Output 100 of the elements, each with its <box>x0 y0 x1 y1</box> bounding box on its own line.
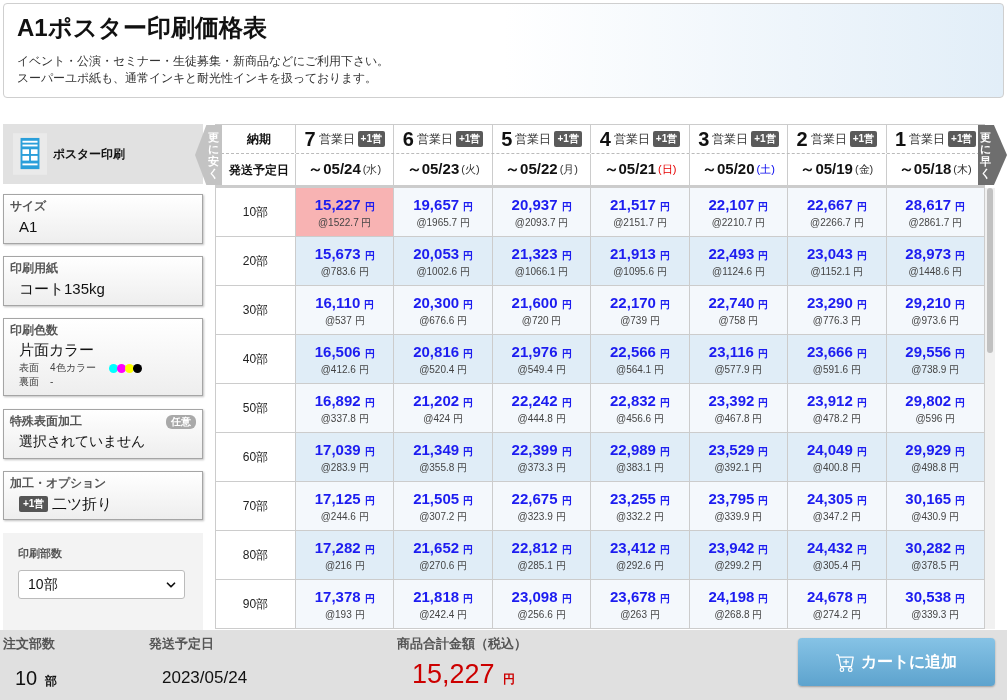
price-cell[interactable]: 23,290 円 @776.3 円 <box>788 286 887 334</box>
price-cell[interactable]: 29,556 円 @738.9 円 <box>886 335 985 383</box>
ship-date: ～05/21 <box>603 159 657 180</box>
price-cell[interactable]: 24,305 円 @347.2 円 <box>788 482 887 530</box>
price-cell[interactable]: 23,043 円 @1152.1 円 <box>788 237 887 285</box>
price-cell[interactable]: 15,227 円 @1522.7 円 <box>296 188 395 236</box>
price-cell[interactable]: 24,198 円 @268.8 円 <box>689 580 789 628</box>
weekday: (土) <box>756 162 775 178</box>
weekday: (金) <box>854 162 874 178</box>
row-label: 10部 <box>242 204 269 221</box>
option-label: 印刷色数 <box>10 323 59 338</box>
option-label: 印刷用紙 <box>10 261 59 276</box>
option-card[interactable]: 印刷用紙 コート135kg <box>3 256 203 306</box>
price-cell[interactable]: 23,912 円 @478.2 円 <box>788 384 887 432</box>
price-cell[interactable]: 22,667 円 @2266.7 円 <box>788 188 887 236</box>
price-cell[interactable]: 22,832 円 @456.6 円 <box>591 384 690 432</box>
price-cell[interactable]: 16,892 円 @337.8 円 <box>296 384 395 432</box>
description-line: イベント・公演・セミナー・生徒募集・新商品などにご利用下さい。 <box>17 53 390 70</box>
price-cell[interactable]: 23,529 円 @392.1 円 <box>689 433 789 481</box>
price-cell[interactable]: 29,929 円 @498.8 円 <box>886 433 985 481</box>
price-cell[interactable]: 21,517 円 @2151.7 円 <box>591 188 690 236</box>
header-label: 発送予定日 <box>228 161 289 179</box>
extra-day-badge: +1営 <box>554 131 582 147</box>
business-days-number: 3 <box>698 129 710 149</box>
price-cell[interactable]: 22,399 円 @373.3 円 <box>492 433 592 481</box>
price-cell[interactable]: 28,973 円 @1448.6 円 <box>886 237 985 285</box>
price-cell[interactable]: 28,617 円 @2861.7 円 <box>886 188 985 236</box>
price-cell[interactable]: 17,282 円 @216 円 <box>296 531 395 579</box>
price-cell[interactable]: 16,110 円 @537 円 <box>296 286 395 334</box>
row-label: 90部 <box>242 596 269 613</box>
price-cell[interactable]: 24,432 円 @305.4 円 <box>788 531 887 579</box>
price-cell[interactable]: 23,116 円 @577.9 円 <box>689 335 789 383</box>
price-cell[interactable]: 22,493 円 @1124.6 円 <box>689 237 789 285</box>
price-cell[interactable]: 30,538 円 @339.3 円 <box>886 580 985 628</box>
price-cell[interactable]: 20,053 円 @1002.6 円 <box>394 237 493 285</box>
price-cell[interactable]: 24,678 円 @274.2 円 <box>788 580 887 628</box>
ship-date: ～05/19 <box>800 159 853 180</box>
price-cell[interactable]: 22,242 円 @444.8 円 <box>492 384 592 432</box>
total-price: 15,227 <box>412 657 495 691</box>
quantity-select[interactable]: 10部 <box>18 570 185 599</box>
extra-day-badge: +1営 <box>652 131 681 147</box>
option-card[interactable]: 印刷色数 片面カラー 表面 4色カラー 裏面 - <box>3 318 203 396</box>
price-cell[interactable]: 21,505 円 @307.2 円 <box>394 482 493 530</box>
option-card[interactable]: 加工・オプション +1営 二ツ折り <box>3 471 203 520</box>
option-card[interactable]: 特殊表面加工 任意 選択されていません <box>3 409 203 459</box>
faster-nav-button[interactable]: 更に早く <box>978 125 1007 185</box>
price-cell[interactable]: 23,666 円 @591.6 円 <box>788 335 887 383</box>
price-cell[interactable]: 30,165 円 @430.9 円 <box>886 482 985 530</box>
price-cell[interactable]: 24,049 円 @400.8 円 <box>788 433 887 481</box>
business-days-label: 営業日 <box>712 131 749 148</box>
weekday: (木) <box>953 162 972 178</box>
price-cell[interactable]: 20,816 円 @520.4 円 <box>394 335 493 383</box>
summary-label: 商品合計金額（税込） <box>397 635 528 653</box>
poster-thumbnail-icon <box>13 133 47 175</box>
summary-value: 2023/05/24 <box>161 666 249 689</box>
price-cell[interactable]: 23,098 円 @256.6 円 <box>492 580 592 628</box>
price-cell[interactable]: 22,989 円 @383.1 円 <box>591 433 690 481</box>
price-cell[interactable]: 22,740 円 @758 円 <box>689 286 789 334</box>
price-cell[interactable]: 21,349 円 @355.8 円 <box>394 433 493 481</box>
price-cell[interactable]: 30,282 円 @378.5 円 <box>886 531 985 579</box>
price-cell[interactable]: 22,170 円 @739 円 <box>591 286 690 334</box>
price-cell[interactable]: 23,942 円 @299.2 円 <box>689 531 789 579</box>
price-cell[interactable]: 17,378 円 @193 円 <box>296 580 395 628</box>
row-label: 30部 <box>242 302 269 319</box>
summary-label: 注文部数 <box>3 635 56 653</box>
price-cell[interactable]: 21,323 円 @1066.1 円 <box>492 237 592 285</box>
price-cell[interactable]: 17,125 円 @244.6 円 <box>296 482 395 530</box>
price-cell[interactable]: 22,566 円 @564.1 円 <box>591 335 690 383</box>
price-cell[interactable]: 29,802 円 @596 円 <box>886 384 985 432</box>
header-label: 納期 <box>246 131 271 148</box>
price-cell[interactable]: 20,300 円 @676.6 円 <box>394 286 493 334</box>
price-cell[interactable]: 22,812 円 @285.1 円 <box>492 531 592 579</box>
price-cell[interactable]: 15,673 円 @783.6 円 <box>296 237 395 285</box>
price-cell[interactable]: 23,678 円 @263 円 <box>591 580 690 628</box>
price-cell[interactable]: 21,818 円 @242.4 円 <box>394 580 493 628</box>
product-name: ポスター印刷 <box>53 146 125 163</box>
price-cell[interactable]: 19,657 円 @1965.7 円 <box>394 188 493 236</box>
summary-label: 発送予定日 <box>149 635 215 653</box>
price-cell[interactable]: 21,202 円 @424 円 <box>394 384 493 432</box>
price-cell[interactable]: 16,506 円 @412.6 円 <box>296 335 395 383</box>
price-cell[interactable]: 29,210 円 @973.6 円 <box>886 286 985 334</box>
option-card[interactable]: サイズ A1 <box>3 194 203 244</box>
price-cell[interactable]: 22,675 円 @323.9 円 <box>492 482 592 530</box>
price-cell[interactable]: 21,976 円 @549.4 円 <box>492 335 592 383</box>
price-cell[interactable]: 17,039 円 @283.9 円 <box>296 433 395 481</box>
price-cell[interactable]: 21,600 円 @720 円 <box>492 286 592 334</box>
price-cell[interactable]: 22,107 円 @2210.7 円 <box>689 188 789 236</box>
price-cell[interactable]: 23,412 円 @292.6 円 <box>591 531 690 579</box>
business-days-label: 営業日 <box>613 131 650 148</box>
price-cell[interactable]: 21,652 円 @270.6 円 <box>394 531 493 579</box>
ship-date: ～05/20 <box>701 159 755 180</box>
price-cell[interactable]: 21,913 円 @1095.6 円 <box>591 237 690 285</box>
price-cell[interactable]: 23,795 円 @339.9 円 <box>689 482 789 530</box>
extra-day-badge: +1営 <box>751 131 779 147</box>
price-cell[interactable]: 23,392 円 @467.8 円 <box>689 384 789 432</box>
price-cell[interactable]: 23,255 円 @332.2 円 <box>591 482 690 530</box>
summary-unit: 部 <box>45 672 58 690</box>
price-cell[interactable]: 20,937 円 @2093.7 円 <box>492 188 592 236</box>
scrollbar-thumb[interactable] <box>987 188 993 353</box>
row-label: 50部 <box>242 400 269 417</box>
